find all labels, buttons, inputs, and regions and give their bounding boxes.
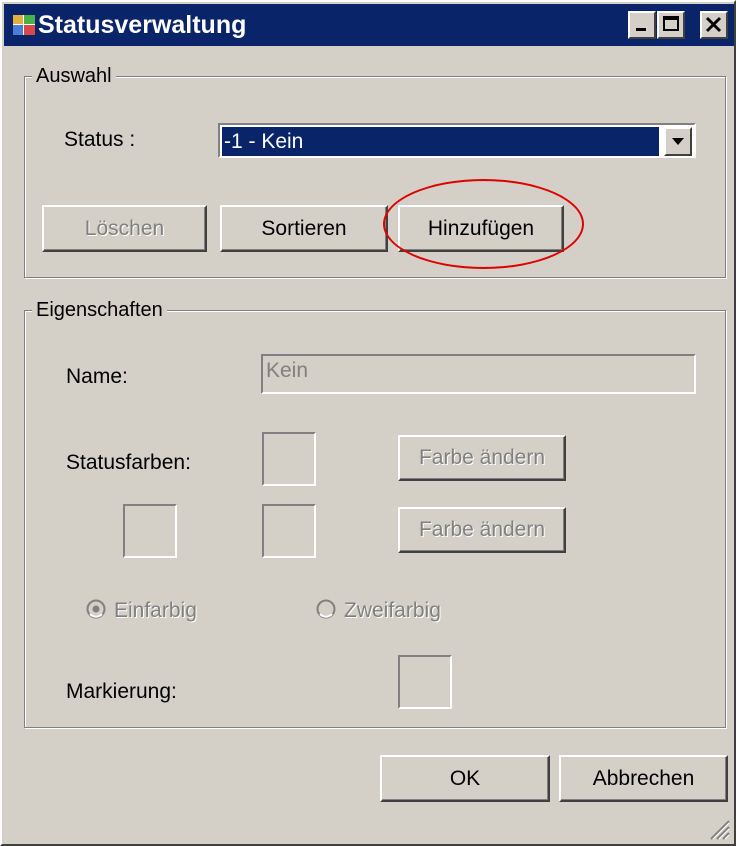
app-icon	[13, 15, 35, 35]
resize-grip-icon[interactable]	[706, 816, 730, 840]
cancel-button[interactable]: Abbrechen	[559, 755, 728, 802]
color-swatch-2[interactable]	[123, 504, 177, 558]
status-label: Status :	[64, 128, 136, 151]
minimize-button[interactable]	[628, 11, 656, 39]
maximize-button[interactable]	[657, 11, 685, 39]
ok-button[interactable]: OK	[380, 755, 550, 802]
statusfarben-label: Statusfarben:	[66, 451, 191, 474]
radio-zweifarbig-label: Zweifarbig	[344, 599, 441, 622]
sort-button[interactable]: Sortieren	[220, 205, 388, 252]
window-title: Statusverwaltung	[38, 11, 247, 39]
color-swatch-1[interactable]	[262, 432, 316, 486]
delete-button[interactable]: Löschen	[42, 205, 207, 252]
radio-zweifarbig[interactable]	[316, 599, 336, 619]
maximize-icon	[663, 16, 679, 31]
add-button[interactable]: Hinzufügen	[398, 205, 564, 252]
markierung-swatch[interactable]	[398, 655, 452, 709]
eigenschaften-legend: Eigenschaften	[32, 298, 167, 322]
change-color-button-1[interactable]: Farbe ändern	[398, 435, 566, 481]
color-swatch-3[interactable]	[262, 504, 316, 558]
name-label: Name:	[66, 365, 128, 388]
name-field[interactable]: Kein	[261, 354, 696, 394]
title-bar[interactable]: Statusverwaltung	[4, 4, 734, 46]
radio-einfarbig-label: Einfarbig	[114, 599, 197, 622]
change-color-button-2[interactable]: Farbe ändern	[398, 507, 566, 553]
dropdown-arrow-button[interactable]	[664, 127, 692, 156]
status-dropdown[interactable]: -1 - Kein	[218, 123, 696, 158]
minimize-icon	[636, 28, 646, 31]
radio-einfarbig[interactable]	[86, 599, 106, 619]
statusverwaltung-window: Statusverwaltung Auswahl Status : -1 - K…	[0, 0, 736, 846]
close-icon	[705, 16, 722, 33]
chevron-down-icon	[672, 138, 684, 145]
status-value: -1 - Kein	[222, 127, 659, 156]
auswahl-legend: Auswahl	[32, 64, 116, 88]
markierung-label: Markierung:	[66, 680, 177, 703]
close-button[interactable]	[700, 11, 728, 39]
